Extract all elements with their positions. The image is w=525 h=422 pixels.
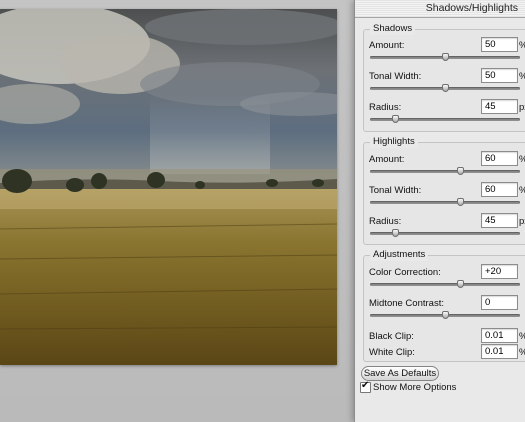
checkmark-icon: ✔ [361, 380, 370, 391]
shadows-amount-field[interactable]: 50 [481, 37, 518, 52]
midtone-contrast-field[interactable]: 0 [481, 295, 518, 310]
highlights-tonal-width-unit: % [519, 184, 525, 197]
color-correction-label: Color Correction: [369, 267, 441, 278]
highlights-tonal-width-slider-thumb[interactable] [456, 198, 464, 206]
highlights-amount-slider[interactable] [370, 167, 520, 175]
shadows-amount-label: Amount: [369, 40, 405, 51]
shadows-tonal-width-slider-thumb[interactable] [441, 84, 449, 92]
show-more-options-label: Show More Options [373, 382, 457, 393]
shadows-radius-label: Radius: [369, 102, 402, 113]
highlights-tonal-width-label: Tonal Width: [369, 185, 422, 196]
color-correction-slider-thumb[interactable] [456, 280, 464, 288]
black-clip-unit: % [519, 330, 525, 343]
midtone-contrast-row: Midtone Contrast: 0 [364, 295, 525, 331]
shadows-tonal-width-slider[interactable] [370, 84, 520, 92]
white-clip-unit: % [519, 346, 525, 359]
shadows-radius-slider-thumb[interactable] [392, 115, 399, 123]
midtone-contrast-label: Midtone Contrast: [369, 298, 444, 309]
adjustments-group: Adjustments Color Correction: +20 Midton… [363, 249, 525, 362]
highlights-radius-slider[interactable] [370, 229, 520, 237]
highlights-amount-label: Amount: [369, 154, 405, 165]
highlights-radius-field[interactable]: 45 [481, 213, 518, 228]
highlights-radius-row: Radius: 45 px [364, 213, 525, 249]
dialog-title[interactable]: Shadows/Highlights [355, 0, 525, 18]
white-clip-field[interactable]: 0.01 [481, 344, 518, 359]
midtone-contrast-slider-thumb[interactable] [441, 311, 449, 319]
color-correction-field[interactable]: +20 [481, 264, 518, 279]
shadows-tonal-width-field[interactable]: 50 [481, 68, 518, 83]
shadows-group: Shadows Amount: 50 % Tonal Width: 50 % R… [363, 23, 525, 135]
shadows-radius-unit: px [519, 102, 525, 113]
adjustments-group-title: Adjustments [370, 249, 429, 261]
black-clip-field[interactable]: 0.01 [481, 328, 518, 343]
shadows-highlights-dialog: Shadows/Highlights Shadows Amount: 50 % … [354, 0, 525, 422]
highlights-amount-unit: % [519, 153, 525, 166]
shadows-radius-row: Radius: 45 px [364, 99, 525, 135]
show-more-options-box[interactable]: ✔ [360, 380, 371, 393]
shadows-radius-field[interactable]: 45 [481, 99, 518, 114]
shadows-radius-slider[interactable] [370, 115, 520, 123]
shadows-group-title: Shadows [370, 23, 416, 35]
black-clip-label: Black Clip: [369, 331, 414, 342]
shadows-amount-slider[interactable] [370, 53, 520, 61]
shadows-tonal-width-unit: % [519, 70, 525, 83]
shadows-amount-slider-thumb[interactable] [441, 53, 449, 61]
midtone-contrast-slider[interactable] [370, 311, 520, 319]
highlights-radius-slider-thumb[interactable] [392, 229, 399, 237]
white-clip-row: White Clip: 0.01 % [364, 344, 525, 360]
shadows-amount-unit: % [519, 39, 525, 52]
highlights-radius-unit: px [519, 216, 525, 227]
highlights-amount-field[interactable]: 60 [481, 151, 518, 166]
highlights-tonal-width-slider[interactable] [370, 198, 520, 206]
shadows-tonal-width-label: Tonal Width: [369, 71, 422, 82]
highlights-amount-slider-thumb[interactable] [456, 167, 464, 175]
highlights-group: Highlights Amount: 60 % Tonal Width: 60 … [363, 136, 525, 245]
save-as-defaults-button[interactable]: Save As Defaults [361, 366, 439, 381]
highlights-tonal-width-field[interactable]: 60 [481, 182, 518, 197]
highlights-radius-label: Radius: [369, 216, 402, 227]
highlights-group-title: Highlights [370, 136, 418, 148]
document-image[interactable] [0, 9, 337, 365]
white-clip-label: White Clip: [369, 347, 415, 358]
black-clip-row: Black Clip: 0.01 % [364, 328, 525, 344]
color-correction-slider[interactable] [370, 280, 520, 288]
